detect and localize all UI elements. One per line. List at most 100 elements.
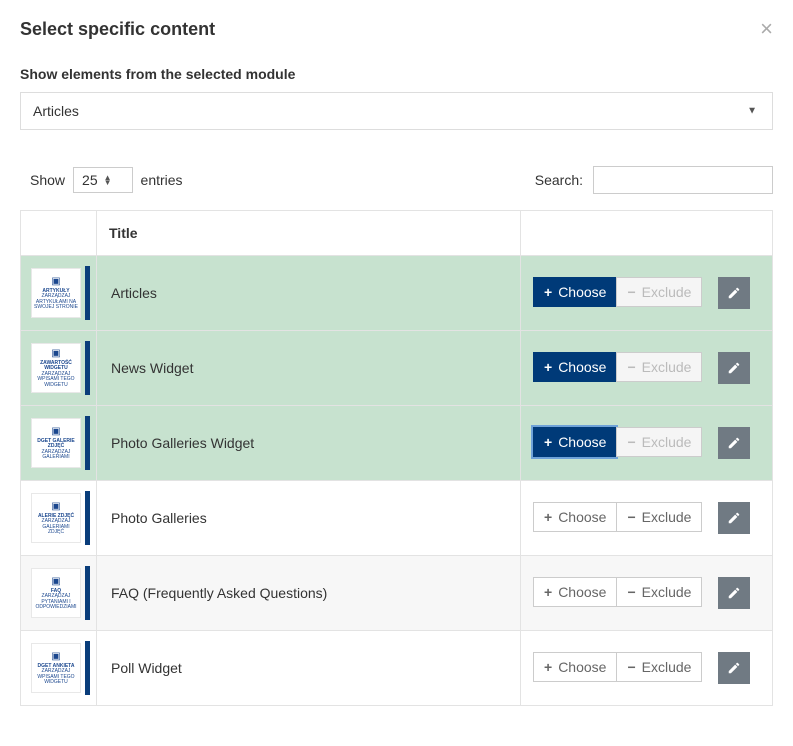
table-row: ▣DGET ANKIETAZARZĄDZAJ WPISAMI TEGO WIDG… [21, 631, 773, 706]
module-select-label: Show elements from the selected module [20, 66, 773, 82]
title-cell: Photo Galleries Widget [97, 406, 521, 481]
edit-button[interactable] [718, 352, 750, 384]
choose-button[interactable]: + Choose [533, 502, 616, 532]
minus-icon: − [627, 659, 635, 675]
thumb-accent-bar [85, 491, 90, 545]
plus-icon: + [544, 434, 552, 450]
doc-icon: ▣ [51, 348, 60, 359]
thumb-cell: ▣DGET ANKIETAZARZĄDZAJ WPISAMI TEGO WIDG… [21, 631, 97, 706]
thumb-sub: ZARZĄDZAJ ARTYKUŁAMI NA SWOJEJ STRONIE [34, 294, 78, 311]
search-label: Search: [535, 172, 583, 188]
actions-cell: + Choose −Exclude [521, 481, 773, 556]
thumb-sub: ZARZĄDZAJ GALERIAMI ZDJĘĆ [34, 519, 78, 536]
thumbnail: ▣ARTYKUŁYZARZĄDZAJ ARTYKUŁAMI NA SWOJEJ … [31, 268, 81, 318]
thumb-title: DGET GALERIE ZDJĘĆ [34, 439, 78, 450]
col-actions[interactable] [521, 211, 773, 256]
title-cell: FAQ (Frequently Asked Questions) [97, 556, 521, 631]
module-select-wrap: Articles ▼ [20, 92, 773, 130]
choose-button[interactable]: +Choose [533, 277, 616, 307]
sort-icon: ▲▼ [104, 175, 112, 185]
thumb-sub: ZARZĄDZAJ GALERIAMI [34, 450, 78, 461]
thumbnail: ▣ALERIE ZDJĘĆZARZĄDZAJ GALERIAMI ZDJĘĆ [31, 493, 81, 543]
edit-icon [727, 586, 741, 600]
plus-icon: + [544, 359, 552, 375]
exclude-button: −Exclude [616, 352, 702, 382]
module-select[interactable]: Articles [20, 92, 773, 130]
exclude-label: Exclude [642, 359, 692, 375]
thumbnail: ▣DGET GALERIE ZDJĘĆZARZĄDZAJ GALERIAMI [31, 418, 81, 468]
choose-exclude-group: +Choose−Exclude [533, 277, 702, 307]
edit-button[interactable] [718, 427, 750, 459]
thumbnail: ▣ZAWARTOŚĆ WIDGETUZARZĄDZAJ WPISAMI TEGO… [31, 343, 81, 393]
choose-button[interactable]: +Choose [533, 352, 616, 382]
search-input[interactable] [593, 166, 773, 194]
plus-icon: + [544, 509, 552, 525]
entries-select[interactable]: 25 ▲▼ [73, 167, 133, 193]
choose-exclude-group: + Choose −Exclude [533, 502, 702, 532]
col-title[interactable]: Title [97, 211, 521, 256]
thumb-accent-bar [85, 341, 90, 395]
entries-label: entries [141, 172, 183, 188]
minus-icon: − [627, 584, 635, 600]
exclude-label: Exclude [642, 509, 692, 525]
exclude-label: Exclude [642, 584, 692, 600]
modal-title: Select specific content [20, 19, 215, 40]
entries-value: 25 [82, 172, 98, 188]
content-table: Title ▣ARTYKUŁYZARZĄDZAJ ARTYKUŁAMI NA S… [20, 210, 773, 706]
exclude-button[interactable]: −Exclude [616, 502, 702, 532]
edit-button[interactable] [718, 277, 750, 309]
actions-cell: +Choose−Exclude [521, 331, 773, 406]
exclude-button: −Exclude [616, 277, 702, 307]
choose-button[interactable]: + Choose [533, 577, 616, 607]
exclude-button[interactable]: −Exclude [616, 652, 702, 682]
edit-icon [727, 661, 741, 675]
search-wrap: Search: [535, 166, 773, 194]
doc-icon: ▣ [51, 651, 60, 662]
thumb-sub: ZARZĄDZAJ PYTANIAMI I ODPOWIEDZIAMI [34, 594, 78, 611]
plus-icon: + [544, 659, 552, 675]
choose-button[interactable]: + Choose [533, 427, 616, 457]
choose-label: Choose [558, 509, 606, 525]
doc-icon: ▣ [51, 501, 60, 512]
choose-button[interactable]: +Choose [533, 652, 616, 682]
show-label: Show [30, 172, 65, 188]
plus-icon: + [544, 584, 552, 600]
table-header-row: Title [21, 211, 773, 256]
minus-icon: − [627, 284, 635, 300]
edit-button[interactable] [718, 577, 750, 609]
edit-icon [727, 511, 741, 525]
actions-cell: + Choose −Exclude [521, 556, 773, 631]
edit-icon [727, 361, 741, 375]
choose-label: Choose [558, 584, 606, 600]
edit-icon [727, 286, 741, 300]
minus-icon: − [627, 509, 635, 525]
title-cell: News Widget [97, 331, 521, 406]
title-cell: Photo Galleries [97, 481, 521, 556]
exclude-button[interactable]: −Exclude [616, 577, 702, 607]
choose-exclude-group: +Choose−Exclude [533, 652, 702, 682]
edit-icon [727, 436, 741, 450]
thumbnail: ▣FAQZARZĄDZAJ PYTANIAMI I ODPOWIEDZIAMI [31, 568, 81, 618]
thumb-accent-bar [85, 566, 90, 620]
doc-icon: ▣ [51, 576, 60, 587]
close-button[interactable]: × [760, 16, 773, 42]
exclude-label: Exclude [642, 284, 692, 300]
edit-button[interactable] [718, 652, 750, 684]
select-content-modal: Select specific content × Show elements … [0, 0, 793, 706]
minus-icon: − [627, 359, 635, 375]
choose-exclude-group: +Choose−Exclude [533, 427, 702, 457]
table-row: ▣DGET GALERIE ZDJĘĆZARZĄDZAJ GALERIAMI Ph… [21, 406, 773, 481]
thumb-accent-bar [85, 416, 90, 470]
table-row: ▣FAQZARZĄDZAJ PYTANIAMI I ODPOWIEDZIAMI F… [21, 556, 773, 631]
thumb-accent-bar [85, 266, 90, 320]
thumbnail: ▣DGET ANKIETAZARZĄDZAJ WPISAMI TEGO WIDG… [31, 643, 81, 693]
edit-button[interactable] [718, 502, 750, 534]
actions-cell: +Choose−Exclude [521, 406, 773, 481]
table-controls: Show 25 ▲▼ entries Search: [20, 166, 773, 194]
exclude-label: Exclude [642, 434, 692, 450]
choose-label: Choose [558, 434, 606, 450]
thumb-cell: ▣DGET GALERIE ZDJĘĆZARZĄDZAJ GALERIAMI [21, 406, 97, 481]
modal-header: Select specific content × [20, 16, 773, 42]
col-thumb[interactable] [21, 211, 97, 256]
table-row: ▣ALERIE ZDJĘĆZARZĄDZAJ GALERIAMI ZDJĘĆ Ph… [21, 481, 773, 556]
